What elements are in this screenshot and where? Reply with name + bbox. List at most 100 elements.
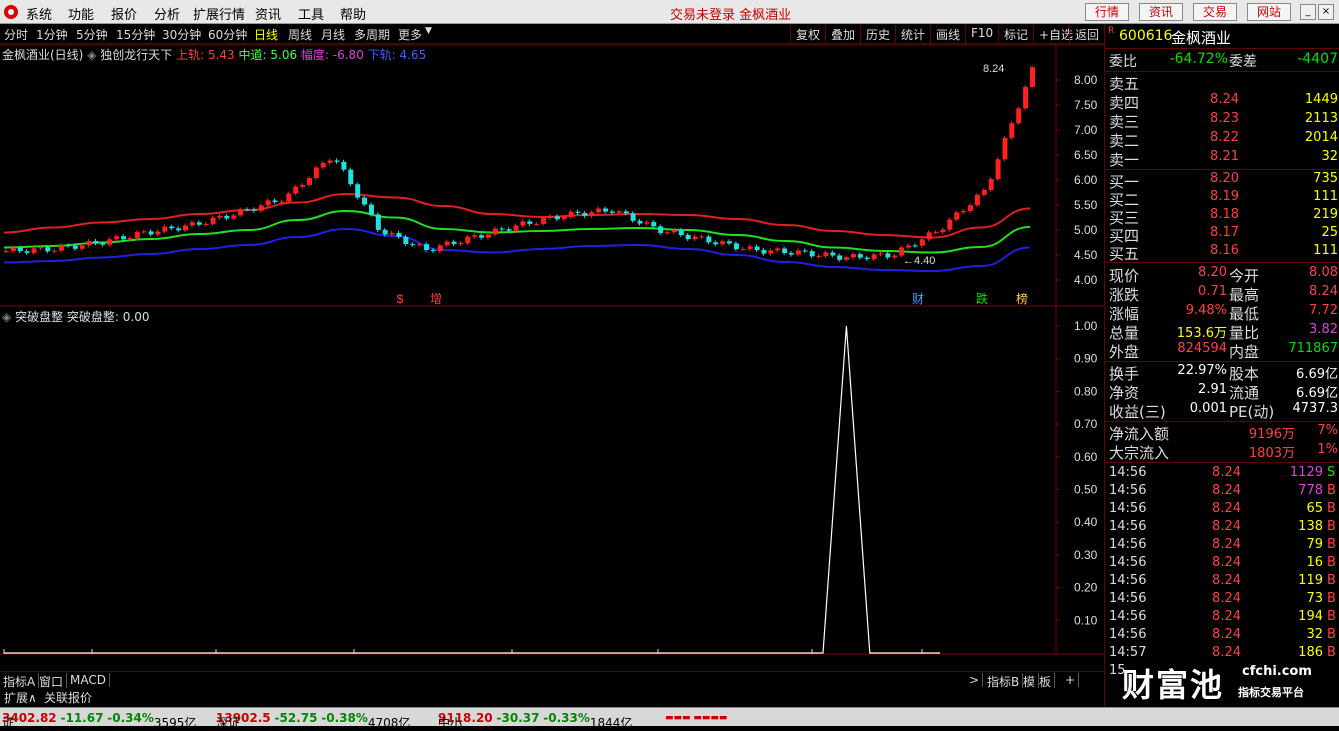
candle-body [961, 210, 967, 213]
menu-item-ext-market[interactable]: 扩展行情 [193, 4, 245, 23]
chart-svg[interactable]: 8.00 7.50 7.00 6.50 6.00 5.50 5.00 4.50 4.00 1.00… [0, 44, 1104, 655]
candle-body [968, 205, 974, 211]
fundamental-label: 换手 [1109, 365, 1140, 383]
tick-price: 8.24 [1212, 627, 1241, 642]
event-marker: $ [397, 292, 404, 306]
index-sz[interactable]: 深证 13902.5 -52.75 -0.38% 4708亿 [216, 711, 410, 730]
toolbar-overlay[interactable]: 叠加 [825, 25, 860, 43]
tick-time: 14:56 [1109, 483, 1147, 498]
tf-30min[interactable]: 30分钟 [162, 26, 201, 43]
tf-more[interactable]: 更多 [398, 26, 422, 43]
candle-body [72, 245, 78, 249]
stat-value-2: 3.82 [1309, 322, 1338, 337]
tick-price: 8.24 [1212, 573, 1241, 588]
buy-level-price: 8.19 [1210, 189, 1239, 204]
toolbar-back[interactable]: 返回 [1069, 25, 1104, 43]
buy-level-row[interactable]: 买四 8.17 25 [1105, 225, 1339, 245]
candle-body [203, 223, 209, 225]
buy-level-volume: 25 [1321, 225, 1338, 240]
stat-row: 总量 153.6万 量比 3.82 [1105, 322, 1339, 342]
menu-item-help[interactable]: 帮助 [340, 4, 366, 23]
low-price-annotation: ←4.40 [903, 255, 935, 267]
tf-more-arrow-icon[interactable]: ▼ [425, 26, 432, 36]
fundamental-label: 净资 [1109, 384, 1140, 402]
tick-volume: 1129 [1289, 465, 1323, 480]
toolbar-restore-rights[interactable]: 复权 [790, 25, 825, 43]
sell-level-row[interactable]: 卖四 8.24 1449 [1105, 92, 1339, 112]
trade-button[interactable]: 交易 [1193, 3, 1237, 21]
scroll-right-icon[interactable]: > [966, 673, 984, 687]
candle-body [582, 212, 588, 216]
sell-level-row[interactable]: 卖一 8.21 32 [1105, 149, 1339, 169]
buy-level-row[interactable]: 买二 8.19 111 [1105, 189, 1339, 209]
news-button[interactable]: 资讯 [1139, 3, 1183, 21]
tf-fenshi[interactable]: 分时 [4, 26, 28, 43]
menu-item-quote[interactable]: 报价 [111, 4, 137, 23]
tf-5min[interactable]: 5分钟 [76, 26, 108, 43]
indicator-menu-icon[interactable]: ◈ [87, 48, 96, 62]
flow-value: 9196万 [1248, 427, 1295, 442]
close-icon[interactable]: × [1318, 4, 1334, 20]
sell-level-row[interactable]: 卖二 8.22 2014 [1105, 130, 1339, 150]
toolbar-mark[interactable]: 标记 [998, 25, 1033, 43]
index-sh[interactable]: 证 3402.82 -11.67 -0.34% 3595亿 [2, 711, 196, 730]
candle-body [623, 211, 629, 214]
market-button[interactable]: 行情 [1085, 3, 1129, 21]
buy-level-row[interactable]: 买三 8.18 219 [1105, 207, 1339, 227]
tf-weekly[interactable]: 周线 [288, 26, 312, 43]
tick-row: 14:56 8.24 1129 S [1105, 465, 1339, 484]
tf-multi[interactable]: 多周期 [354, 26, 390, 43]
buy-level-row[interactable]: 买一 8.20 735 [1105, 171, 1339, 191]
tab-related-quote[interactable]: 关联报价 [42, 689, 94, 706]
tick-volume: 16 [1306, 555, 1323, 570]
candle-body [609, 211, 615, 213]
tick-row: 14:56 8.24 79 B [1105, 537, 1339, 556]
tf-monthly[interactable]: 月线 [321, 26, 345, 43]
flow-label: 大宗流入 [1109, 444, 1170, 462]
menu-item-function[interactable]: 功能 [68, 4, 94, 23]
candle-body [444, 241, 450, 246]
sub-axis-label: 0.20 [1074, 581, 1098, 595]
toolbar-stats[interactable]: 统计 [895, 25, 930, 43]
menu-item-system[interactable]: 系统 [26, 4, 52, 23]
stat-label-2: 量比 [1229, 324, 1260, 342]
toolbar-draw[interactable]: 画线 [930, 25, 965, 43]
tick-time: 14:56 [1109, 555, 1147, 570]
sell-level-row[interactable]: 卖三 8.23 2113 [1105, 111, 1339, 131]
tf-daily[interactable]: 日线 [254, 26, 278, 43]
indicator-name[interactable]: 独创龙行天下 [100, 48, 172, 62]
candle-body [933, 232, 939, 234]
tf-15min[interactable]: 15分钟 [116, 26, 155, 43]
tab-add[interactable]: + [1062, 673, 1080, 687]
sell-level-row[interactable]: 卖五 [1105, 73, 1339, 93]
candle-body [472, 235, 478, 237]
chart-area[interactable]: 8.00 7.50 7.00 6.50 6.00 5.50 5.00 4.50 4.00 1.00… [0, 44, 1104, 655]
tf-1min[interactable]: 1分钟 [36, 26, 68, 43]
app-logo-icon[interactable] [4, 5, 18, 19]
bottom-tab-bar: 指标A 窗口 MACD > 指标B 模 板 + [0, 671, 1104, 690]
candle-body [809, 251, 815, 257]
buy-level-label: 买五 [1109, 245, 1140, 263]
tf-60min[interactable]: 60分钟 [208, 26, 247, 43]
stat-row: 现价 8.20 今开 8.08 [1105, 265, 1339, 285]
stat-row: 外盘 824594 内盘 711867 [1105, 341, 1339, 361]
sub-indicator-name[interactable]: 突破盘整 [15, 310, 63, 324]
buy-level-row[interactable]: 买五 8.16 111 [1105, 243, 1339, 263]
sub-axis-label: 0.30 [1074, 548, 1098, 562]
minimize-icon[interactable]: _ [1300, 4, 1316, 20]
index-zx[interactable]: 中小 9118.20 -30.37 -0.33% 1844亿 [438, 711, 632, 730]
website-button[interactable]: 网站 [1247, 3, 1291, 21]
sub-indicator-menu-icon[interactable]: ◈ [2, 310, 11, 324]
tab-macd[interactable]: MACD [67, 673, 110, 687]
toolbar-history[interactable]: 历史 [860, 25, 895, 43]
toolbar-f10[interactable]: F10 [965, 25, 998, 43]
price-axis-label: 6.00 [1074, 173, 1098, 187]
menu-item-news[interactable]: 资讯 [255, 4, 281, 23]
tab-extend[interactable]: 扩展∧ [2, 689, 39, 706]
candle-body [782, 248, 788, 254]
candle-body [1009, 123, 1015, 138]
menu-item-analysis[interactable]: 分析 [154, 4, 180, 23]
menu-item-tools[interactable]: 工具 [298, 4, 324, 23]
candle-body [844, 257, 850, 260]
sell-level-price: 8.22 [1210, 130, 1239, 145]
